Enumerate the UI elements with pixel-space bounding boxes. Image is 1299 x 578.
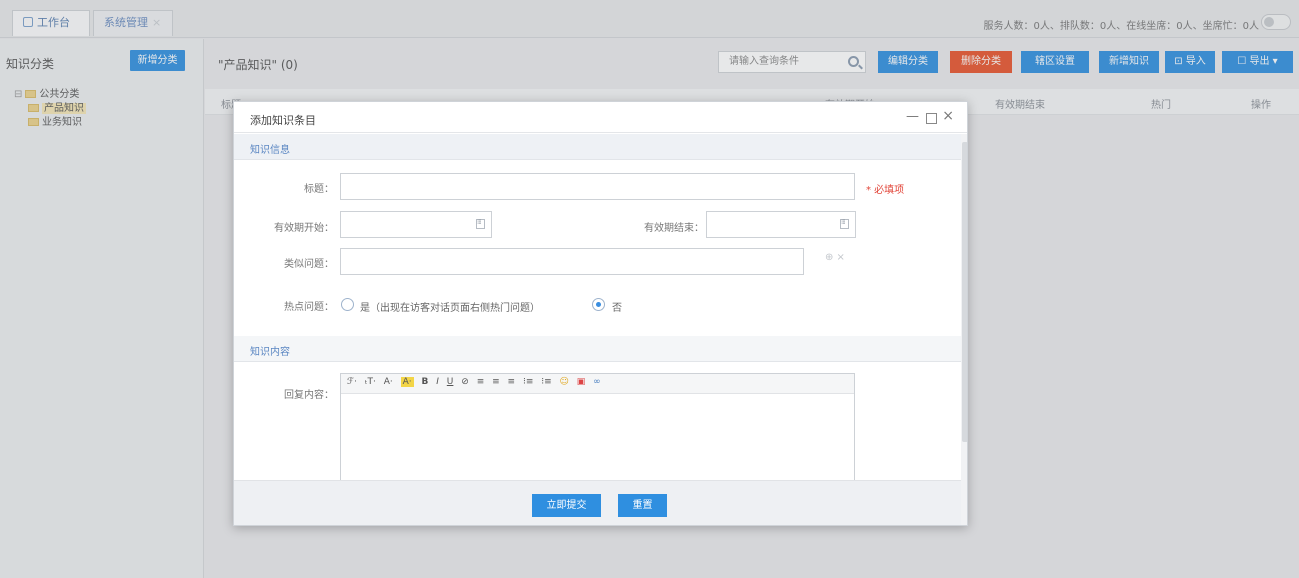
start-date-label: 有效期开始： [274,223,334,234]
similar-question-label: 类似问题： [284,259,334,270]
calendar-icon[interactable] [840,218,849,229]
calendar-icon[interactable] [476,218,485,229]
underline-button[interactable]: U [447,377,454,387]
end-date-label: 有效期结束： [644,223,704,234]
unordered-list-button[interactable]: ⁝≡ [541,377,551,387]
hot-no-radio[interactable] [592,298,605,311]
rich-text-editor[interactable]: ℱ· ₜT· A· A· B I U ⊘ ≡ ≡ ≡ ⁝≡ ⁝≡ ☺ ▣ ∞ [340,373,855,485]
italic-button[interactable]: I [436,377,439,387]
close-icon[interactable]: × [942,108,954,124]
hot-question-label: 热点问题： [284,302,334,313]
reset-button[interactable]: 重置 [618,494,667,517]
align-left-button[interactable]: ≡ [477,377,485,387]
section-title: 知识内容 [250,347,290,358]
submit-button[interactable]: 立即提交 [532,494,601,517]
hot-yes-radio[interactable] [341,298,354,311]
clear-format-button[interactable]: ⊘ [461,377,469,387]
font-family-button[interactable]: ℱ· [347,377,357,387]
minimize-icon[interactable]: — [906,109,919,124]
align-right-button[interactable]: ≡ [508,377,516,387]
dialog-footer: 立即提交 重置 [234,480,961,525]
dialog-titlebar: 添加知识条目 — × [234,102,967,133]
scrollbar-thumb[interactable] [962,142,967,442]
maximize-icon[interactable] [926,113,937,124]
align-center-button[interactable]: ≡ [492,377,500,387]
font-size-button[interactable]: ₜT· [365,377,376,387]
title-input[interactable] [340,173,855,200]
title-label: 标题： [304,184,334,195]
image-icon[interactable]: ▣ [577,377,586,387]
link-icon[interactable]: ∞ [593,377,601,387]
required-hint: * 必填项 [866,185,905,196]
font-color-button[interactable]: A· [384,377,393,387]
section-knowledge-info: 知识信息 [234,134,961,160]
section-title: 知识信息 [250,145,290,156]
dialog-title: 添加知识条目 [250,114,316,127]
highlight-button[interactable]: A· [400,377,414,387]
add-remove-similar-icon[interactable]: ⊕ × [825,252,845,263]
ordered-list-button[interactable]: ⁝≡ [523,377,533,387]
hot-yes-label: 是（出现在访客对话页面右侧热门问题） [360,303,540,314]
section-knowledge-content: 知识内容 [234,336,961,362]
editor-toolbar: ℱ· ₜT· A· A· B I U ⊘ ≡ ≡ ≡ ⁝≡ ⁝≡ ☺ ▣ ∞ [341,374,854,394]
add-knowledge-dialog: 添加知识条目 — × 知识信息 标题： * 必填项 有效期开始： 有效期结束： … [233,101,968,526]
hot-no-label: 否 [612,303,622,314]
bold-button[interactable]: B [422,377,429,387]
end-date-input[interactable] [706,211,856,238]
start-date-input[interactable] [340,211,492,238]
dialog-scrollbar[interactable] [961,134,967,525]
answer-content-label: 回复内容： [284,390,334,401]
emoji-icon[interactable]: ☺ [560,377,569,387]
similar-question-input[interactable] [340,248,804,275]
